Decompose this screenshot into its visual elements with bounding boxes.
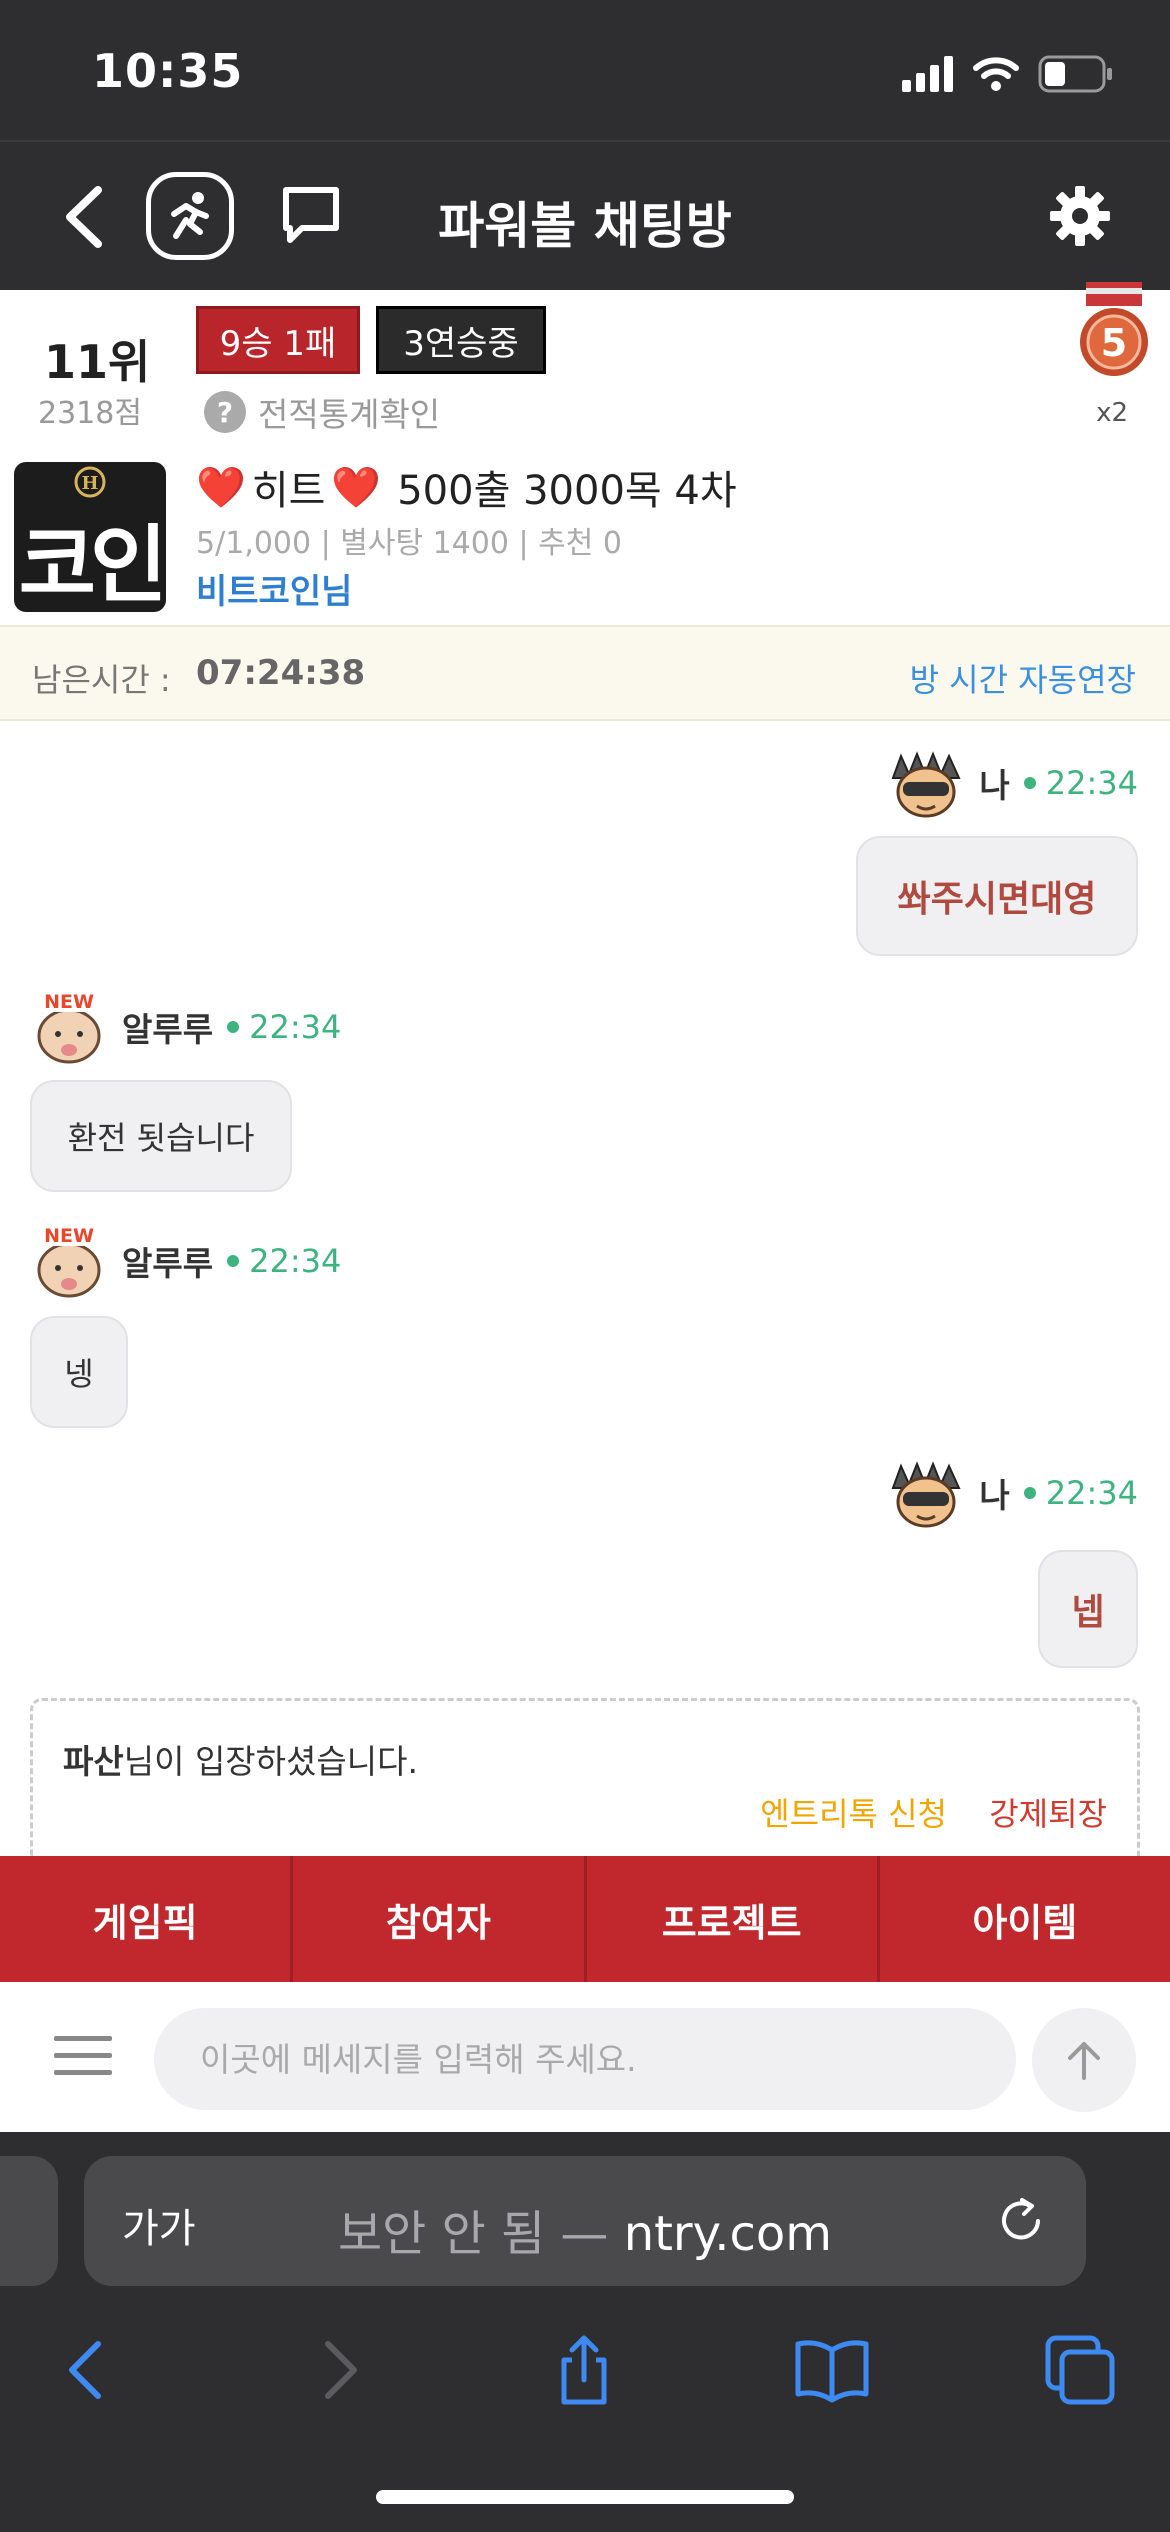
room-name: ❤️ 히트 ❤️ 500출 3000목 4차 <box>196 458 737 516</box>
message-time-value: 22:34 <box>249 1242 342 1280</box>
message-header: 나 22:34 <box>887 1458 1138 1528</box>
cellular-signal-icon <box>902 56 953 92</box>
reload-icon[interactable] <box>994 2194 1048 2248</box>
online-dot <box>1023 1487 1036 1499</box>
forward-arrow-icon[interactable] <box>298 2330 378 2410</box>
sender-name: 알루루 <box>122 1244 214 1283</box>
new-badge: NEW <box>44 1225 94 1247</box>
online-dot <box>227 1021 240 1033</box>
entry-talk-request-link[interactable]: 엔트리톡 신청 <box>760 1789 947 1835</box>
page-title: 파워볼 채팅방 <box>438 197 732 255</box>
message-time-value: 22:34 <box>1045 1474 1138 1512</box>
message-bubble: 넹 <box>30 1316 128 1428</box>
battery-icon <box>1038 55 1112 93</box>
message-time: 22:34 <box>227 1008 341 1046</box>
tab-participants[interactable]: 참여자 <box>293 1856 587 1982</box>
arrow-up-icon <box>1068 2042 1100 2080</box>
stats-link[interactable]: ? 전적통계확인 <box>204 390 440 434</box>
not-secure-label: 보안 안 됨 — <box>338 2206 609 2262</box>
notice-message: 님이 입장하셨습니다. <box>123 1742 418 1781</box>
new-badge: NEW <box>44 991 94 1013</box>
notice-username: 파산 <box>63 1742 124 1781</box>
avatar-text: 코인 <box>18 516 166 612</box>
question-icon: ? <box>204 391 246 433</box>
stats-link-label: 전적통계확인 <box>258 395 441 434</box>
wifi-icon <box>973 57 1019 91</box>
app-header: 파워볼 채팅방 <box>0 140 1170 290</box>
message-time: 22:34 <box>1023 764 1138 802</box>
room-meta: 5/1,000 | 별사탕 1400 | 추천 0 <box>196 526 622 561</box>
force-kick-link[interactable]: 강제퇴장 <box>989 1789 1107 1835</box>
room-avatar: H 코인 <box>14 462 166 612</box>
hamburger-menu-icon[interactable] <box>54 2032 112 2080</box>
new-user-avatar-icon: NEW <box>34 1224 104 1298</box>
message-bubble: 쏴주시면대영 <box>856 836 1138 956</box>
sender-name: 나 <box>979 766 1010 805</box>
tab-game-pick[interactable]: 게임픽 <box>0 1856 294 1982</box>
online-dot <box>227 1255 240 1267</box>
bookmarks-icon[interactable] <box>792 2330 872 2410</box>
message-time: 22:34 <box>1023 1474 1138 1512</box>
record-badge: 9승 1패 <box>196 306 360 374</box>
status-bar: 10:35 <box>0 0 1170 140</box>
message-time-value: 22:34 <box>1045 764 1138 802</box>
remaining-time-label: 남은시간 : <box>32 661 171 699</box>
entry-notice-text: 파산님이 입장하셨습니다. <box>63 1735 418 1783</box>
status-icons <box>902 52 1114 96</box>
avatar-letter: H <box>81 473 98 494</box>
tabs-icon[interactable] <box>1040 2330 1120 2410</box>
room-name-word: 히트 <box>251 468 326 514</box>
previous-tab-preview[interactable] <box>0 2156 58 2286</box>
room-name-rest: 500출 3000목 4차 <box>397 468 737 514</box>
send-button[interactable] <box>1032 2008 1136 2112</box>
home-indicator[interactable] <box>376 2490 794 2504</box>
sender-name: 나 <box>979 1476 1010 1515</box>
heart-icon: ❤️ <box>331 464 382 511</box>
medal-icon: 5 <box>1080 282 1148 376</box>
message-time: 22:34 <box>227 1242 341 1280</box>
share-icon[interactable] <box>544 2330 624 2410</box>
auto-extend-link[interactable]: 방 시간 자동연장 <box>910 655 1136 701</box>
message-composer <box>0 1982 1170 2132</box>
message-bubble: 환전 됫습니다 <box>30 1080 292 1192</box>
medal-multiplier: x2 <box>1096 398 1128 428</box>
heart-icon: ❤️ <box>196 464 246 511</box>
tab-project[interactable]: 프로젝트 <box>587 1856 880 1982</box>
message-bubble: 넵 <box>1038 1550 1138 1668</box>
rank-label: 11위 <box>44 335 151 389</box>
sender-name: 알루루 <box>122 1010 214 1049</box>
user-avatar-icon <box>891 1461 961 1528</box>
message-input[interactable] <box>154 2008 1016 2110</box>
status-time: 10:35 <box>92 44 244 98</box>
address-text: 보안 안 됨 — ntry.com <box>84 2194 1086 2264</box>
message-header: NEW 알루루 22:34 <box>30 990 341 1064</box>
room-info-panel: 11위 2318점 9승 1패 3연승중 ? 전적통계확인 5 x2 H 코인 … <box>0 282 1170 625</box>
tab-items[interactable]: 아이템 <box>880 1856 1170 1982</box>
message-header: NEW 알루루 22:34 <box>30 1224 341 1298</box>
bottom-tab-bar: 게임픽 참여자 프로젝트 아이템 <box>0 1856 1170 1982</box>
user-avatar-icon <box>891 751 961 818</box>
points-label: 2318점 <box>38 396 142 431</box>
new-user-avatar-icon: NEW <box>34 990 104 1064</box>
back-arrow-icon[interactable] <box>48 2330 128 2410</box>
message-header: 나 22:34 <box>887 748 1138 818</box>
remaining-time-bar: 남은시간 : 07:24:38 방 시간 자동연장 <box>0 625 1170 721</box>
online-dot <box>1023 777 1036 789</box>
message-time-value: 22:34 <box>249 1008 342 1046</box>
remaining-time-value: 07:24:38 <box>196 653 366 693</box>
medal-number: 5 <box>1101 321 1127 365</box>
room-owner-link[interactable]: 비트코인님 <box>196 564 352 613</box>
streak-badge: 3연승중 <box>376 306 546 374</box>
domain-label: ntry.com <box>623 2206 832 2262</box>
address-bar[interactable]: 가가 보안 안 됨 — ntry.com <box>84 2156 1086 2286</box>
gear-icon[interactable] <box>1048 184 1112 248</box>
entry-notice: 파산님이 입장하셨습니다. 엔트리톡 신청 강제퇴장 <box>30 1698 1140 1858</box>
